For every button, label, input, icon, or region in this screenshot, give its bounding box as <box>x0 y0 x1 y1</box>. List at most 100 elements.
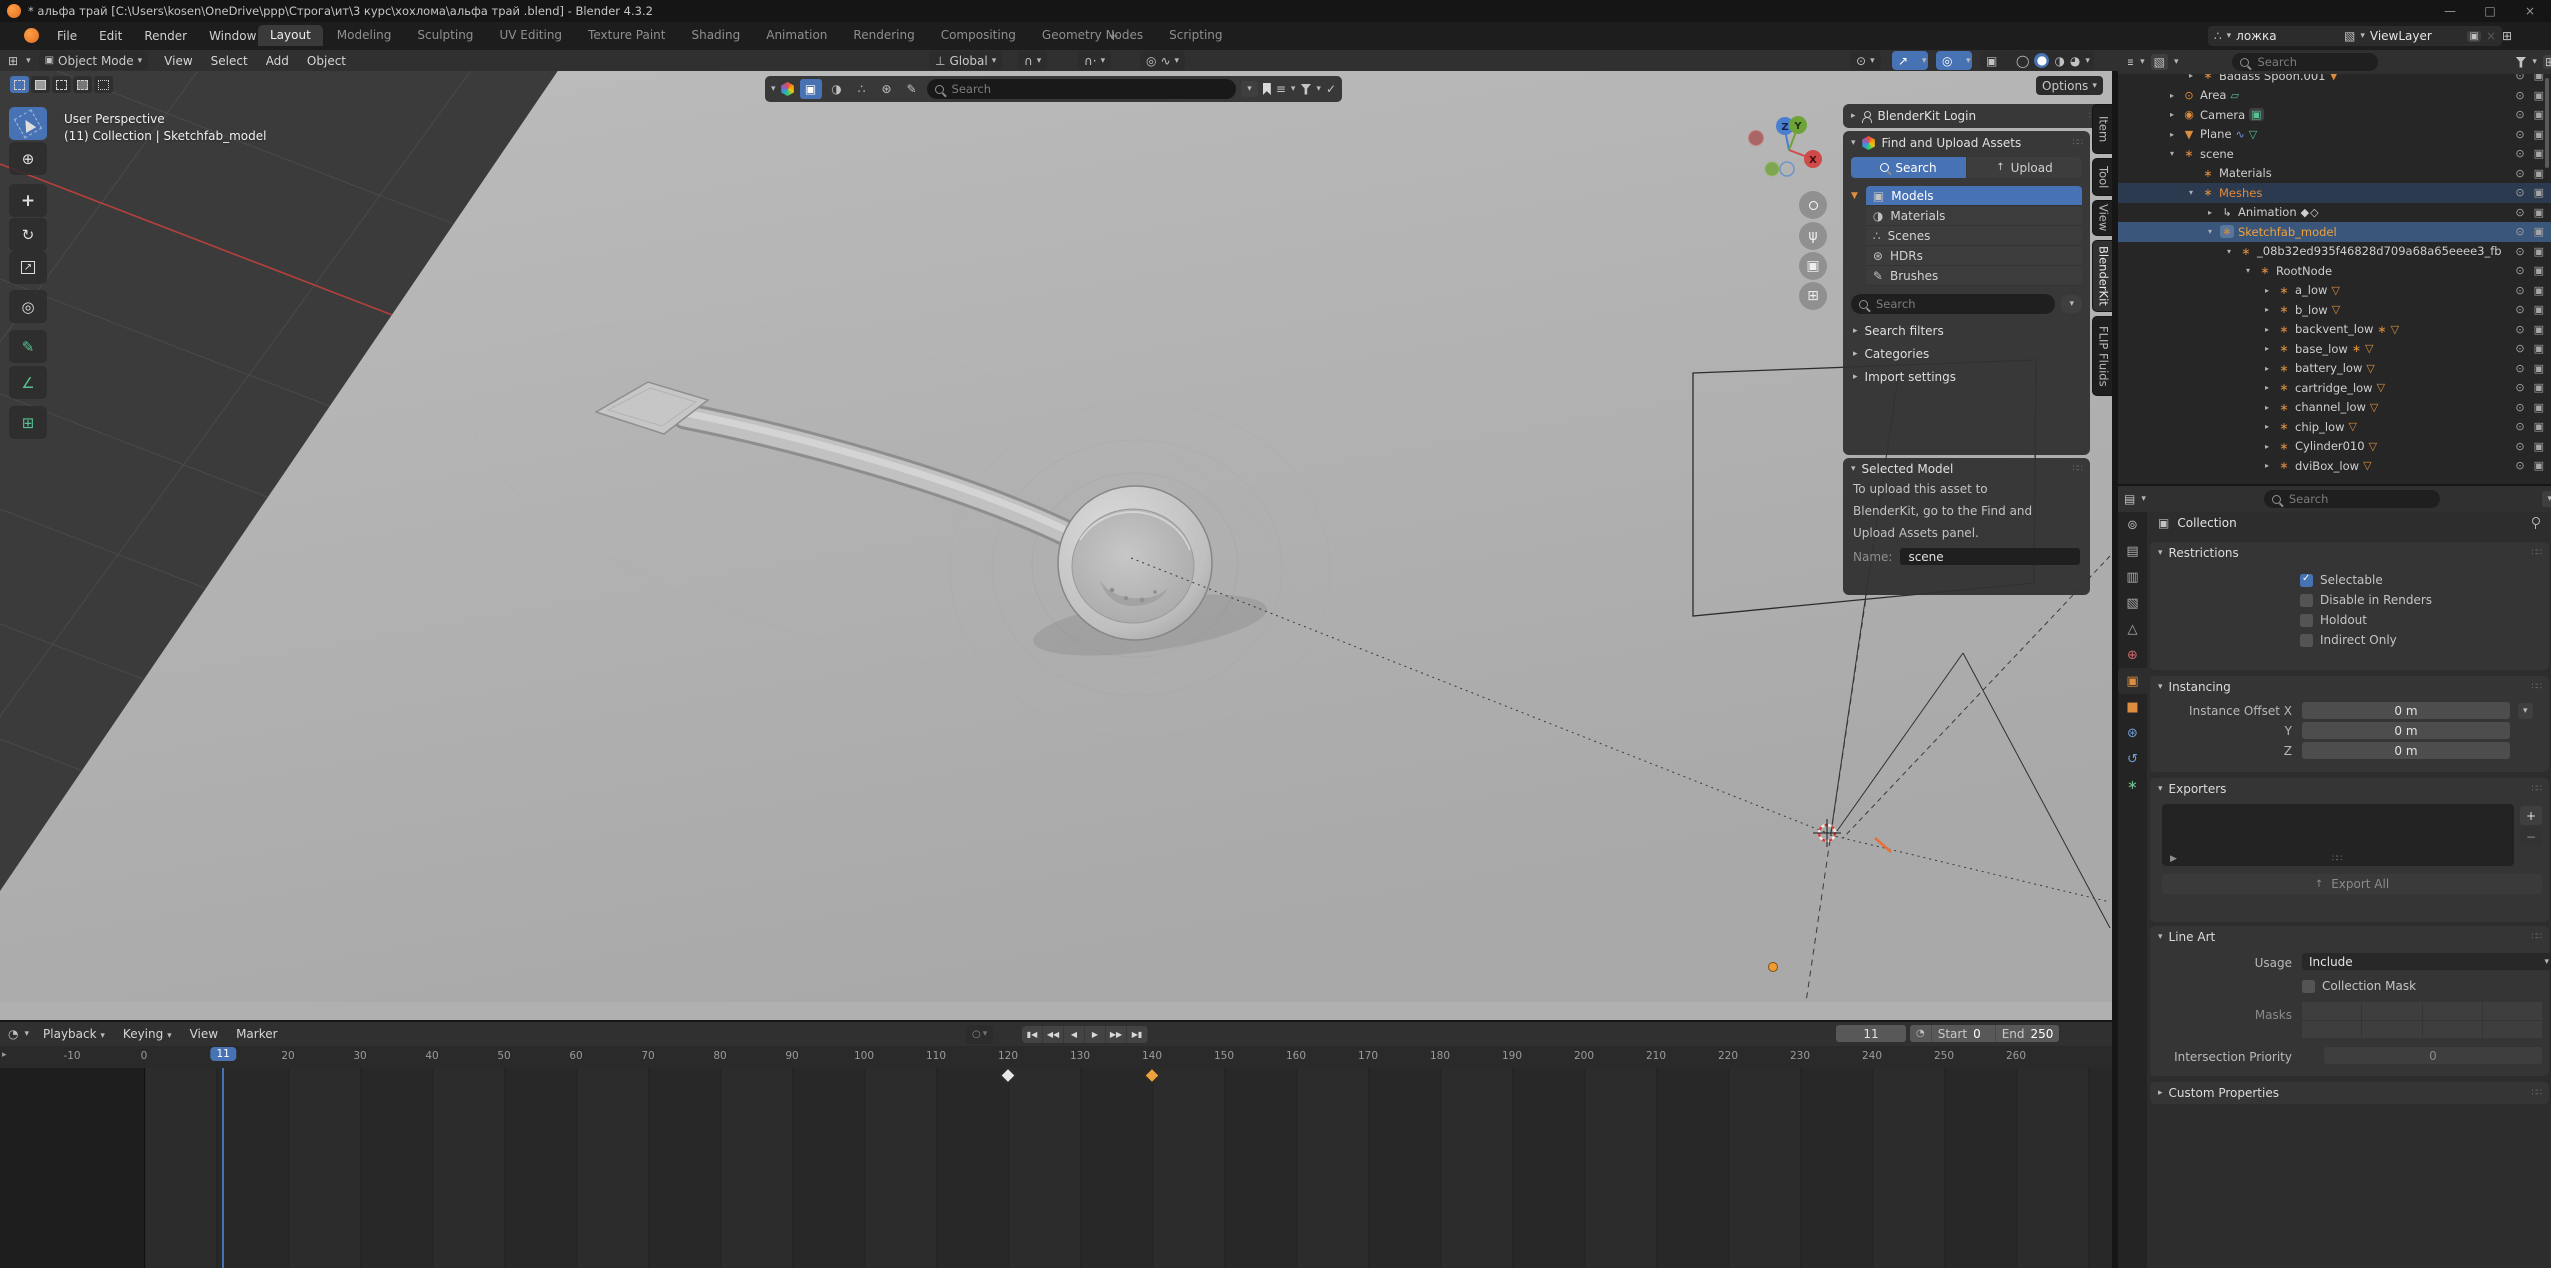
intersection-priority-field[interactable]: 0 <box>2324 1047 2542 1064</box>
checkbox[interactable] <box>2300 594 2313 607</box>
hide-eye-icon[interactable]: ⊙ <box>2515 362 2524 375</box>
add-exporter-button[interactable]: + <box>2520 806 2542 825</box>
hide-eye-icon[interactable]: ⊙ <box>2515 245 2524 258</box>
workspace-tab[interactable]: Rendering <box>841 25 926 46</box>
auto-keying-toggle[interactable]: ○▾ <box>966 1025 993 1044</box>
search-tab-button[interactable]: Search <box>1851 157 1966 178</box>
navigation-gizmo[interactable]: Z Y X <box>1740 108 1832 190</box>
hide-eye-icon[interactable]: ⊙ <box>2515 381 2524 394</box>
collapse-icon[interactable]: ▾ <box>2158 784 2163 794</box>
playhead-label[interactable]: 11 <box>211 1047 236 1061</box>
pan-view-button[interactable]: ψ <box>1799 222 1827 250</box>
select-mode-set[interactable] <box>10 76 29 93</box>
collapsed-section[interactable]: ▸Import settings <box>1853 370 2080 384</box>
properties-tab[interactable]: ▧ <box>2118 590 2147 616</box>
collection-mask-checkbox[interactable] <box>2302 980 2315 993</box>
object-name[interactable]: Cylinder010 <box>2295 439 2365 453</box>
collapse-asset-bar-icon[interactable]: ▾ <box>771 84 776 94</box>
viewport-menu-item[interactable]: Add <box>258 54 297 68</box>
editor-type-icon[interactable]: ⊞ <box>8 54 18 68</box>
asset-type-expand-icon[interactable]: ▼ <box>1851 186 1858 201</box>
expand-icon[interactable]: ▸ <box>2261 422 2273 431</box>
offset-dropdown-icon[interactable]: ▾ <box>2518 703 2533 719</box>
offset-value-field[interactable]: 0 m <box>2302 742 2510 759</box>
hide-eye-icon[interactable]: ⊙ <box>2515 167 2524 180</box>
expand-icon[interactable]: ▸ <box>2261 305 2273 314</box>
mode-dropdown[interactable]: ▣ Object Mode▾ <box>39 51 149 70</box>
materials-filter-icon[interactable]: ◑ <box>827 82 847 96</box>
topbar-menu-item[interactable]: Edit <box>88 29 133 43</box>
expand-icon[interactable]: ▾ <box>2204 227 2216 236</box>
outliner-row[interactable]: ▸ ▼ Plane ∿ ▽ ⊙ ▣ <box>2118 125 2551 145</box>
outliner-row[interactable]: ▸ ∗ dviBox_low ▽ ⊙ ▣ <box>2118 456 2551 476</box>
hide-eye-icon[interactable]: ⊙ <box>2515 401 2524 414</box>
properties-options-icon[interactable]: ▾ <box>2542 491 2551 507</box>
workspace-tab[interactable]: Geometry Nodes <box>1030 25 1155 46</box>
new-collection-icon[interactable]: ⊞ <box>2543 55 2551 69</box>
checkbox-row[interactable]: Disable in Renders <box>2300 590 2432 610</box>
hide-eye-icon[interactable]: ⊙ <box>2515 323 2524 336</box>
object-name[interactable]: dviBox_low <box>2295 459 2359 473</box>
workspace-tab[interactable]: Scripting <box>1157 25 1234 46</box>
add-worksp​ace-tab-button[interactable]: + <box>1108 29 1119 44</box>
disable-render-icon[interactable]: ▣ <box>2534 186 2544 199</box>
collapsed-section[interactable]: ▸Categories <box>1853 347 2080 361</box>
outliner-search-input[interactable] <box>2255 54 2370 70</box>
xray-toggle[interactable]: ▣ <box>1980 51 2016 70</box>
asset-search-field[interactable] <box>927 79 1237 99</box>
search-history-icon[interactable]: ▾ <box>2061 295 2082 313</box>
cursor-tool[interactable]: ⊕ <box>9 142 47 175</box>
axis-neg-x-handle[interactable] <box>1749 131 1764 146</box>
snap-toggle[interactable]: ∩▾ <box>1018 51 1047 70</box>
asset-type-row[interactable]: ⊛ HDRs <box>1866 246 2082 266</box>
disable-render-icon[interactable]: ▣ <box>2534 284 2544 297</box>
transport-button[interactable]: ◀◀ <box>1043 1026 1064 1043</box>
disable-render-icon[interactable]: ▣ <box>2534 108 2544 121</box>
select-mode-invert[interactable] <box>73 76 92 93</box>
transport-button[interactable]: ▶▮ <box>1127 1026 1148 1043</box>
collapse-panel-icon[interactable]: ▾ <box>1851 138 1856 148</box>
close-button[interactable]: × <box>2515 4 2545 18</box>
workspace-tab[interactable]: Texture Paint <box>576 25 677 46</box>
minimize-button[interactable]: — <box>2435 4 2465 18</box>
copy-view-layer-icon[interactable]: ▣ <box>2467 31 2480 42</box>
workspace-tab[interactable]: Compositing <box>929 25 1028 46</box>
mask-toggle[interactable] <box>2362 1021 2421 1039</box>
object-name[interactable]: _08b32ed935f46828d709a68a65eeee3_fb <box>2257 244 2502 258</box>
properties-tab[interactable]: ⊚ <box>2118 512 2147 538</box>
filter-icon[interactable] <box>2515 57 2526 68</box>
properties-tab[interactable]: △ <box>2118 616 2147 642</box>
hide-eye-icon[interactable]: ⊙ <box>2515 206 2524 219</box>
topbar-menu-item[interactable]: Render <box>133 29 198 43</box>
zoom-view-button[interactable] <box>1799 191 1827 219</box>
object-name[interactable]: cartridge_low <box>2295 381 2373 395</box>
expand-icon[interactable]: ▸ <box>2261 344 2273 353</box>
rotate-tool[interactable]: ↻ <box>9 218 47 251</box>
end-frame-field[interactable]: 250 <box>2031 1027 2054 1041</box>
disable-render-icon[interactable]: ▣ <box>2534 440 2544 453</box>
hide-eye-icon[interactable]: ⊙ <box>2515 264 2524 277</box>
workspace-tab[interactable]: Shading <box>679 25 752 46</box>
hide-eye-icon[interactable]: ⊙ <box>2515 420 2524 433</box>
outliner-scrollbar[interactable] <box>2545 78 2549 168</box>
visibility-dropdown[interactable]: ⊙▾ <box>1850 51 1881 70</box>
object-name[interactable]: backvent_low <box>2295 322 2373 336</box>
remove-exporter-button[interactable]: − <box>2520 827 2542 846</box>
expand-icon[interactable]: ▸ <box>2166 130 2178 139</box>
topbar-menu-item[interactable]: Window <box>198 29 267 43</box>
mask-toggle[interactable] <box>2423 1021 2482 1039</box>
workspace-tab[interactable]: Sculpting <box>405 25 485 46</box>
editor-type-icon[interactable]: ▤ <box>2124 492 2135 506</box>
ortho-toggle-button[interactable]: ⊞ <box>1799 282 1827 310</box>
viewport-menu-item[interactable]: Object <box>299 54 354 68</box>
object-name[interactable]: a_low <box>2295 283 2327 297</box>
properties-tab[interactable]: ▤ <box>2118 538 2147 564</box>
collapsed-section[interactable]: ▸Search filters <box>1853 324 2080 338</box>
playhead-line[interactable] <box>222 1068 224 1268</box>
rendered-shading-icon[interactable]: ◕ <box>2070 54 2080 68</box>
mask-toggle[interactable] <box>2483 1021 2542 1039</box>
offset-value-field[interactable]: 0 m <box>2302 722 2510 739</box>
brushes-filter-icon[interactable]: ✎ <box>902 82 922 96</box>
mask-toggle[interactable] <box>2362 1002 2421 1020</box>
disable-render-icon[interactable]: ▣ <box>2534 245 2544 258</box>
